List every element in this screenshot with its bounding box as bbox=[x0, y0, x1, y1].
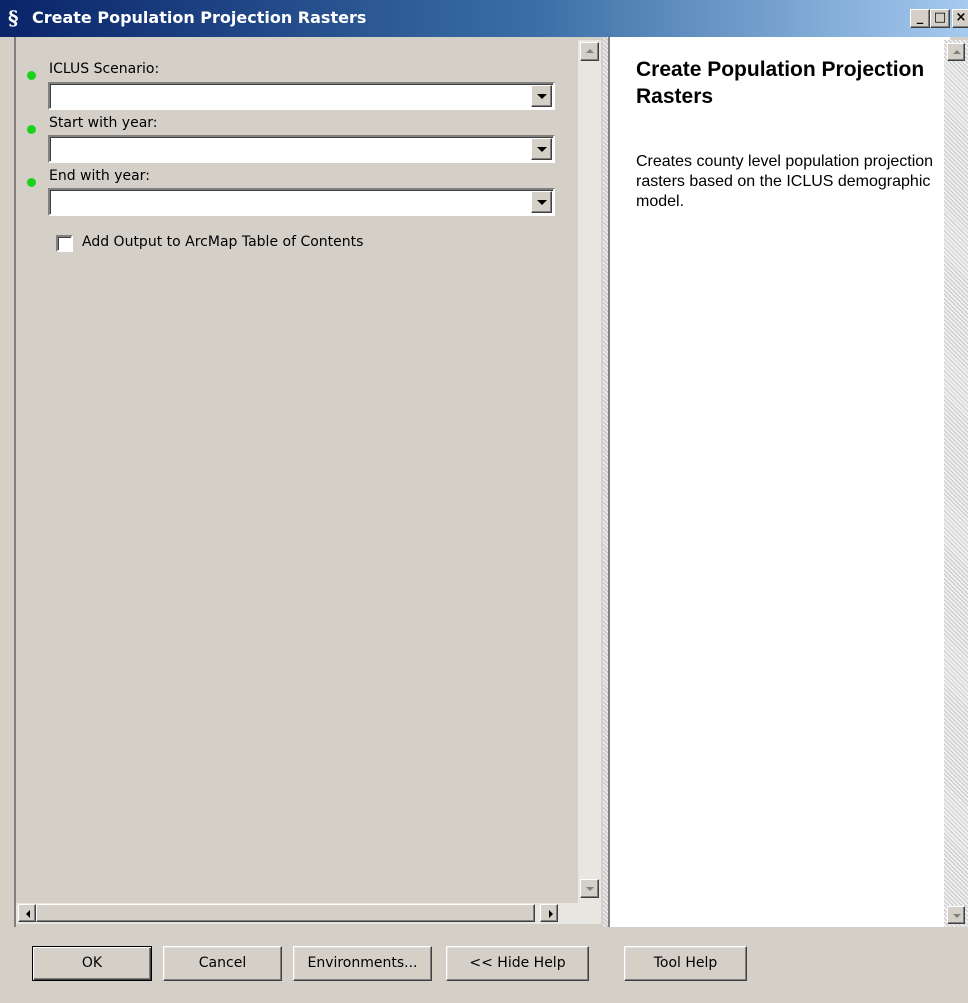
required-indicator-icon bbox=[27, 125, 36, 134]
scroll-right-button[interactable] bbox=[540, 904, 558, 922]
required-indicator-icon bbox=[27, 178, 36, 187]
window-title: Create Population Projection Rasters bbox=[32, 8, 367, 27]
script-icon: § bbox=[8, 6, 19, 30]
scroll-down-button[interactable] bbox=[580, 879, 599, 898]
end-year-dropdown[interactable] bbox=[48, 188, 555, 216]
help-title: Create Population Projection Rasters bbox=[636, 58, 925, 108]
chevron-down-icon[interactable] bbox=[531, 138, 552, 160]
title-bar[interactable]: § Create Population Projection Rasters _… bbox=[0, 0, 968, 37]
scroll-up-button[interactable] bbox=[947, 43, 965, 61]
scroll-left-button[interactable] bbox=[18, 904, 36, 922]
start-year-dropdown[interactable] bbox=[48, 135, 555, 163]
scroll-down-button[interactable] bbox=[947, 906, 965, 924]
help-vertical-scrollbar[interactable] bbox=[944, 40, 968, 927]
hide-help-button[interactable]: << Hide Help bbox=[446, 946, 589, 981]
scroll-up-button[interactable] bbox=[580, 42, 599, 61]
add-output-label[interactable]: Add Output to ArcMap Table of Contents bbox=[82, 234, 363, 250]
chevron-down-icon[interactable] bbox=[531, 191, 552, 213]
cancel-button[interactable]: Cancel bbox=[163, 946, 282, 981]
horizontal-scroll-thumb[interactable] bbox=[36, 904, 535, 922]
environments-button[interactable]: Environments... bbox=[293, 946, 432, 981]
parameters-vertical-scrollbar[interactable] bbox=[578, 40, 601, 924]
tool-dialog: § Create Population Projection Rasters _… bbox=[0, 0, 968, 1003]
end-year-label: End with year: bbox=[49, 168, 150, 184]
required-indicator-icon bbox=[27, 71, 36, 80]
close-button[interactable]: × bbox=[952, 9, 968, 28]
iclus-scenario-label: ICLUS Scenario: bbox=[49, 61, 160, 77]
chevron-down-icon[interactable] bbox=[531, 85, 552, 107]
add-output-checkbox[interactable] bbox=[56, 235, 73, 252]
minimize-button[interactable]: _ bbox=[910, 9, 930, 28]
start-year-label: Start with year: bbox=[49, 115, 158, 131]
tool-help-button[interactable]: Tool Help bbox=[624, 946, 747, 981]
help-description: Creates county level population projecti… bbox=[636, 153, 934, 210]
iclus-scenario-dropdown[interactable] bbox=[48, 82, 555, 110]
maximize-button[interactable]: □ bbox=[930, 9, 950, 28]
ok-button[interactable]: OK bbox=[32, 946, 152, 981]
